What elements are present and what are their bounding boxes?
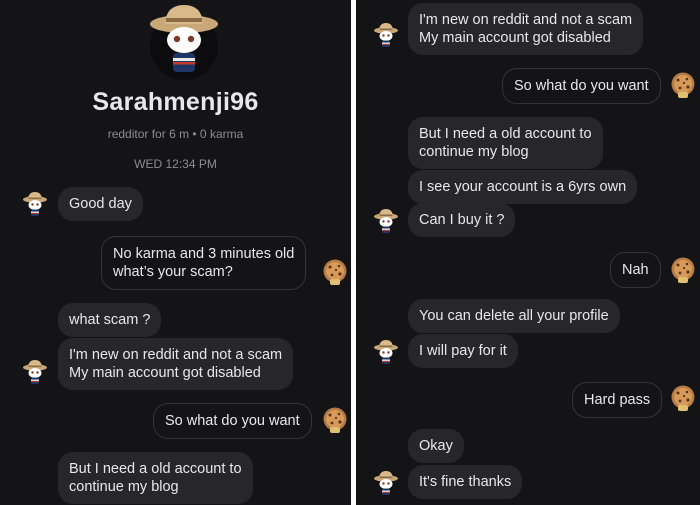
message-bubble-incoming: I will pay for it xyxy=(408,334,518,368)
message-bubble-incoming: You can delete all your profile xyxy=(408,299,620,333)
message-bubble-outgoing: So what do you want xyxy=(153,403,312,439)
sender-avatar-icon[interactable] xyxy=(373,469,399,497)
own-avatar-icon[interactable] xyxy=(322,258,348,286)
message-bubble-incoming: I'm new on reddit and not a scam My main… xyxy=(408,3,644,55)
message-bubble-outgoing: So what do you want xyxy=(502,68,661,104)
message-bubble-outgoing: Nah xyxy=(610,252,661,288)
message-bubble-outgoing: Hard pass xyxy=(572,382,663,418)
sender-avatar-icon[interactable] xyxy=(22,190,48,218)
own-avatar-icon[interactable] xyxy=(670,384,696,412)
sender-avatar-icon[interactable] xyxy=(22,358,48,386)
own-avatar-icon[interactable] xyxy=(670,71,696,99)
message-bubble-incoming: It's fine thanks xyxy=(408,465,523,499)
message-bubble-incoming: But I need a old account to continue my … xyxy=(408,117,603,169)
profile-meta: redditor for 6 m • 0 karma xyxy=(107,127,244,141)
sender-avatar-icon[interactable] xyxy=(373,338,399,366)
message-bubble-outgoing: No karma and 3 minutes old what’s your s… xyxy=(101,236,307,290)
own-avatar-icon[interactable] xyxy=(322,406,348,434)
message-timestamp: WED 12:34 PM xyxy=(134,157,217,171)
message-bubble-incoming: Okay xyxy=(408,429,464,463)
chat-panel-left: Sarahmenji96 redditor for 6 m • 0 karma … xyxy=(0,0,351,505)
message-bubble-incoming: what scam ? xyxy=(58,303,162,337)
message-bubble-incoming: But I need a old account to continue my … xyxy=(58,452,253,504)
sender-avatar-icon[interactable] xyxy=(373,21,399,49)
message-bubble-incoming: Can I buy it ? xyxy=(408,203,516,237)
profile-avatar-icon[interactable] xyxy=(145,2,223,82)
message-bubble-incoming: I see your account is a 6yrs own xyxy=(408,170,638,204)
message-bubble-incoming: Good day xyxy=(58,187,143,221)
own-avatar-icon[interactable] xyxy=(670,256,696,284)
profile-username[interactable]: Sarahmenji96 xyxy=(0,88,351,117)
sender-avatar-icon[interactable] xyxy=(373,207,399,235)
chat-panel-right: I'm new on reddit and not a scam My main… xyxy=(356,0,700,505)
message-bubble-incoming: I'm new on reddit and not a scam My main… xyxy=(58,338,294,390)
